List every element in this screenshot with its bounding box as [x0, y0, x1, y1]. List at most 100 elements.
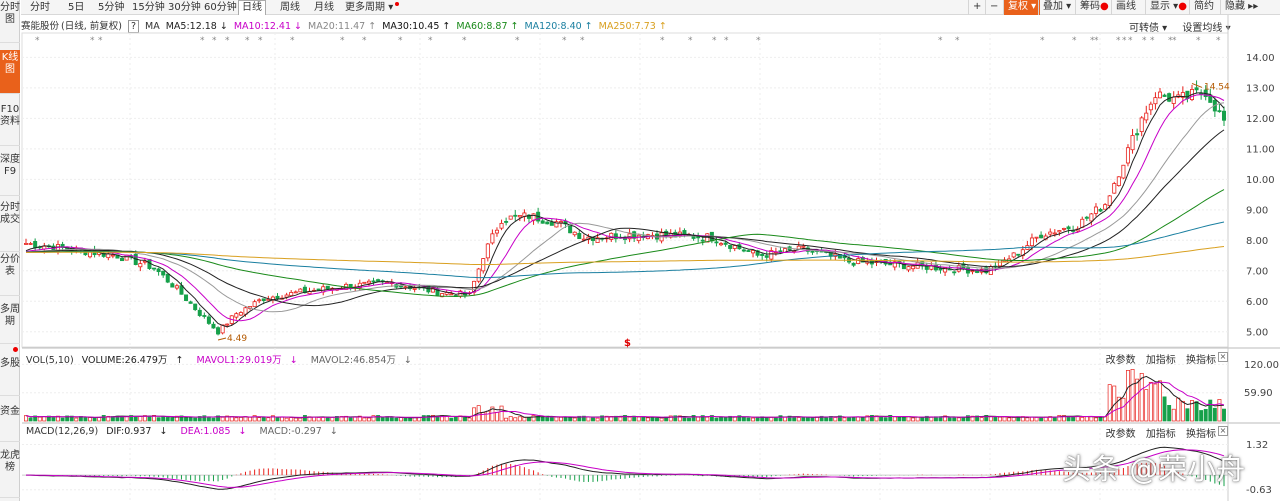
- candle-body: [216, 327, 221, 335]
- vol-bar: [568, 416, 573, 422]
- tab-30min[interactable]: 30分钟: [165, 1, 204, 14]
- sidebar-item-dragon-tiger[interactable]: 龙虎榜: [0, 448, 20, 498]
- vol-bar: [97, 417, 102, 422]
- vol-bar: [115, 415, 120, 422]
- vol-bar: [746, 417, 751, 422]
- sidebar-item-price-table[interactable]: 分价表: [0, 252, 20, 296]
- tab-daily[interactable]: 日线: [238, 0, 266, 15]
- candle-body: [334, 288, 339, 291]
- candle-body: [472, 280, 477, 293]
- macd-switch-indicator-button[interactable]: 换指标: [1186, 429, 1216, 440]
- sidebar-item-timeshare[interactable]: 分时图: [0, 0, 20, 43]
- macd-close-icon[interactable]: ×: [1218, 426, 1228, 436]
- hide-button[interactable]: 隐藏 ▸▸: [1220, 0, 1262, 15]
- candle-body: [531, 213, 536, 221]
- signal-star-marker: *: [290, 36, 295, 46]
- tab-60min[interactable]: 60分钟: [201, 1, 240, 14]
- rights-adjust-button[interactable]: 复权 ▾: [1003, 0, 1041, 15]
- candle-body: [828, 250, 833, 257]
- vol-bar: [1062, 415, 1066, 422]
- candle-body: [481, 258, 486, 272]
- vol-bar: [42, 416, 47, 422]
- candle-body: [430, 287, 435, 293]
- candle-body: [1080, 218, 1085, 228]
- help-icon[interactable]: ?: [127, 20, 140, 33]
- candle-body: [1011, 252, 1016, 258]
- candle-body: [197, 309, 202, 316]
- sidebar-item-multi-period[interactable]: 多周期: [0, 302, 20, 344]
- draw-line-button[interactable]: 画线: [1111, 0, 1140, 15]
- display-button[interactable]: 显示 ▾●: [1145, 0, 1191, 15]
- zoom-in-button[interactable]: +: [968, 0, 985, 15]
- vol-bar: [1126, 369, 1130, 422]
- tab-15min[interactable]: 15分钟: [129, 1, 168, 14]
- macd-change-params-button[interactable]: 改参数: [1106, 429, 1136, 440]
- candle-body: [174, 285, 179, 289]
- sidebar-item-kline[interactable]: K线图: [0, 50, 20, 94]
- candle-body: [577, 232, 582, 240]
- vol-bar: [348, 417, 353, 422]
- candle-body: [815, 249, 820, 252]
- vol-bar: [234, 417, 239, 422]
- candle-body: [1016, 253, 1021, 256]
- overlay-button[interactable]: 叠加 ▾: [1038, 0, 1075, 15]
- tab-weekly[interactable]: 周线: [277, 1, 303, 14]
- vol-bar: [440, 415, 445, 422]
- candle-body: [1130, 135, 1135, 151]
- vol-bar: [1116, 396, 1121, 422]
- sidebar-item-f10[interactable]: F10资料: [0, 102, 20, 146]
- candle-body: [627, 233, 632, 240]
- vol-bar: [975, 415, 980, 422]
- tab-timeshare[interactable]: 分时: [27, 1, 53, 14]
- candle-body: [1103, 204, 1108, 210]
- vol-bar: [677, 415, 682, 422]
- tab-5day[interactable]: 5日: [65, 1, 87, 14]
- ma-line-5: [25, 92, 1225, 328]
- candle-body: [83, 249, 88, 256]
- candle-body: [947, 268, 952, 271]
- candle-body: [1171, 96, 1176, 104]
- candle-body: [248, 306, 253, 309]
- candle-body: [687, 234, 692, 237]
- vol-bar: [623, 415, 627, 422]
- vol-bar: [229, 416, 234, 422]
- vol-add-indicator-button[interactable]: 加指标: [1146, 355, 1176, 366]
- vol-mavol2: MAVOL2:46.854万 ↓: [311, 355, 417, 366]
- vol-close-icon[interactable]: ×: [1218, 352, 1228, 362]
- ma-settings-button[interactable]: 设置均线 ▾: [1182, 23, 1230, 34]
- ma-item-1: MA10:12.41 ↓: [233, 21, 303, 32]
- chips-button[interactable]: 筹码●: [1075, 0, 1113, 15]
- candle-body: [1217, 110, 1222, 113]
- candle-body: [321, 286, 326, 293]
- stock-name: 赛能股份: [21, 21, 60, 32]
- vol-bar: [847, 416, 852, 422]
- vol-bar: [691, 415, 696, 422]
- vol-bar: [778, 415, 783, 422]
- tab-5min[interactable]: 5分钟: [95, 1, 127, 14]
- vol-bar: [344, 415, 349, 422]
- candle-body: [1125, 147, 1130, 164]
- macd-macd-value: MACD:-0.297: [259, 426, 322, 437]
- macd-header: MACD(12,26,9) DIF:0.937 ↓ DEA:1.085 ↓ MA…: [26, 426, 348, 438]
- tab-more-periods[interactable]: 更多周期 ▾: [342, 1, 400, 14]
- sidebar-item-trades[interactable]: 分时成交: [0, 200, 20, 252]
- simple-button[interactable]: 简约: [1189, 0, 1218, 15]
- vol-switch-indicator-button[interactable]: 换指标: [1186, 355, 1216, 366]
- tab-monthly[interactable]: 月线: [311, 1, 337, 14]
- candle-body: [1007, 258, 1012, 263]
- vol-bar: [293, 417, 298, 422]
- convertible-bond-button[interactable]: 可转债 ▾: [1129, 23, 1167, 34]
- candle-body: [970, 270, 975, 273]
- macd-add-indicator-button[interactable]: 加指标: [1146, 429, 1176, 440]
- sidebar-item-depth[interactable]: 深度F9: [0, 152, 20, 196]
- sidebar-item-fund[interactable]: 资金: [0, 404, 20, 442]
- ma-item-5: MA120:8.40 ↑: [524, 21, 593, 32]
- sidebar-item-multi-stock[interactable]: 多股: [0, 356, 20, 396]
- vol-change-params-button[interactable]: 改参数: [1106, 355, 1136, 366]
- zoom-out-button[interactable]: −: [985, 0, 1002, 15]
- vol-bar: [527, 417, 531, 422]
- vol-bar: [1162, 396, 1167, 422]
- overlay-label: 叠加: [1043, 1, 1063, 12]
- vol-bar: [1176, 397, 1181, 422]
- signal-star-marker: *: [580, 36, 585, 46]
